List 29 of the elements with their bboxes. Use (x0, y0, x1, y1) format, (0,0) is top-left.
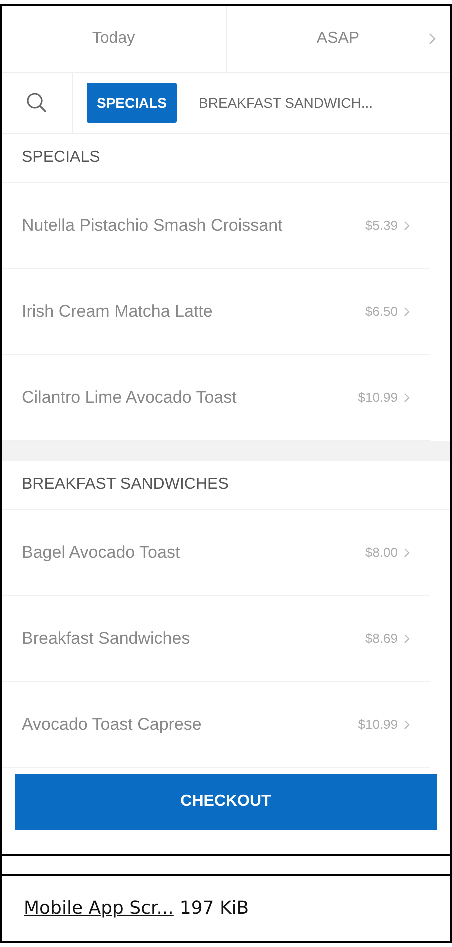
chevron-right-icon[interactable] (404, 548, 410, 558)
category-tab[interactable]: BREAKFAST SANDWICH... (189, 83, 384, 123)
time-selector[interactable]: ASAP (226, 6, 450, 72)
checkout-button[interactable]: CHECKOUT (15, 774, 437, 830)
category-tab[interactable]: SPECIALS (87, 83, 178, 123)
menu-item-name[interactable]: Breakfast Sandwiches (22, 628, 366, 648)
menu-item-price: $6.50 (365, 304, 398, 319)
menu-item-name[interactable]: Irish Cream Matcha Latte (22, 302, 366, 322)
menu-item-name[interactable]: Avocado Toast Caprese (22, 714, 358, 734)
menu-item-name[interactable]: Nutella Pistachio Smash Croissant (22, 216, 366, 236)
section-heading: BREAKFAST SANDWICHES (2, 461, 450, 510)
menu-item-price: $5.39 (365, 218, 398, 233)
file-size: 197 KiB (180, 898, 250, 919)
menu-item-name[interactable]: Bagel Avocado Toast (22, 542, 366, 562)
section-heading: SPECIALS (2, 134, 450, 183)
menu-item-price: $8.00 (365, 545, 398, 560)
search-icon[interactable] (26, 92, 48, 114)
day-selector[interactable]: Today (2, 6, 226, 72)
menu-item-price: $10.99 (358, 717, 398, 732)
menu-item-price: $8.69 (365, 631, 398, 646)
menu-item-name[interactable]: Cilantro Lime Avocado Toast (22, 388, 358, 408)
chevron-right-icon[interactable] (404, 220, 410, 230)
chevron-right-icon[interactable] (404, 392, 410, 402)
file-name-link[interactable]: Mobile App Scr... (24, 898, 174, 919)
chevron-right-icon[interactable] (404, 720, 410, 730)
chevron-right-icon[interactable] (404, 306, 410, 316)
chevron-right-icon[interactable] (404, 634, 410, 644)
chevron-right-icon (429, 33, 436, 45)
menu-item-price: $10.99 (358, 390, 398, 405)
